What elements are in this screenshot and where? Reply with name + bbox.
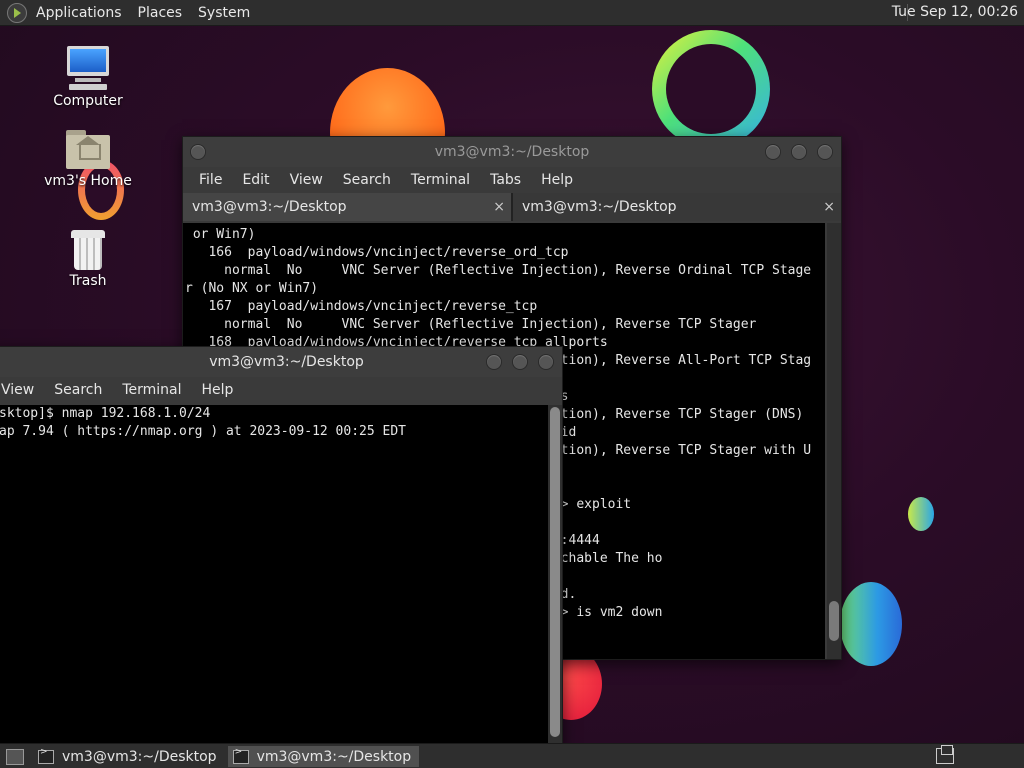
tab-label: vm3@vm3:~/Desktop bbox=[522, 199, 677, 215]
terminal-line: sktop]$ nmap 192.168.1.0/24 bbox=[0, 406, 211, 421]
workspace-switcher-icon[interactable] bbox=[936, 745, 954, 764]
wallpaper-ring bbox=[652, 30, 770, 148]
terminal-line: ap 7.94 ( https://nmap.org ) at 2023-09-… bbox=[0, 424, 406, 439]
taskbar: vm3@vm3:~/Desktop vm3@vm3:~/Desktop bbox=[0, 743, 1024, 768]
tab-2[interactable]: vm3@vm3:~/Desktop × bbox=[511, 193, 841, 221]
scrollbar-thumb[interactable] bbox=[550, 407, 560, 737]
terminal-window-front[interactable]: vm3@vm3:~/Desktop View Search Terminal H… bbox=[0, 346, 563, 748]
tab-label: vm3@vm3:~/Desktop bbox=[192, 199, 347, 215]
show-desktop-icon[interactable] bbox=[6, 748, 24, 765]
applications-logo-icon[interactable] bbox=[7, 2, 27, 23]
maximize-button[interactable] bbox=[791, 144, 807, 160]
taskbar-item-terminal-2[interactable]: vm3@vm3:~/Desktop bbox=[227, 746, 420, 767]
terminal-output[interactable]: sktop]$ nmap 192.168.1.0/24 ap 7.94 ( htt… bbox=[0, 405, 548, 747]
scrollbar[interactable] bbox=[548, 405, 562, 747]
taskbar-item-terminal-1[interactable]: vm3@vm3:~/Desktop bbox=[33, 746, 225, 767]
menu-applications[interactable]: Applications bbox=[28, 5, 130, 21]
menu-terminal[interactable]: Terminal bbox=[401, 172, 480, 188]
window-titlebar[interactable]: vm3@vm3:~/Desktop bbox=[183, 137, 841, 167]
scrollbar-thumb[interactable] bbox=[829, 601, 839, 641]
clock[interactable]: Tue Sep 12, 00:26 bbox=[892, 0, 1018, 25]
tab-close-icon[interactable]: × bbox=[493, 193, 505, 221]
minimize-button[interactable] bbox=[765, 144, 781, 160]
desktop-icon-trash[interactable]: Trash bbox=[38, 230, 138, 289]
wallpaper-small-circle bbox=[908, 497, 934, 531]
menu-search[interactable]: Search bbox=[333, 172, 401, 188]
computer-icon bbox=[65, 46, 111, 90]
menu-help[interactable]: Help bbox=[192, 382, 244, 398]
menu-terminal[interactable]: Terminal bbox=[112, 382, 191, 398]
desktop-icon-home[interactable]: vm3's Home bbox=[38, 130, 138, 189]
window-title: vm3@vm3:~/Desktop bbox=[434, 144, 590, 160]
menu-view[interactable]: View bbox=[0, 382, 44, 398]
menu-file[interactable]: File bbox=[189, 172, 232, 188]
scrollbar[interactable] bbox=[827, 223, 841, 659]
tab-close-icon[interactable]: × bbox=[823, 193, 835, 221]
taskbar-item-label: vm3@vm3:~/Desktop bbox=[62, 748, 217, 765]
terminal-line: or Win7) bbox=[185, 227, 256, 242]
desktop-icon-label: Computer bbox=[53, 93, 123, 109]
tab-bar: vm3@vm3:~/Desktop × vm3@vm3:~/Desktop × bbox=[183, 193, 841, 221]
window-title: vm3@vm3:~/Desktop bbox=[209, 354, 364, 370]
menubar: File Edit View Search Terminal Tabs Help bbox=[183, 167, 841, 193]
menu-system[interactable]: System bbox=[190, 5, 258, 21]
minimize-button[interactable] bbox=[486, 354, 502, 370]
desktop-icon-computer[interactable]: Computer bbox=[38, 46, 138, 109]
home-folder-icon bbox=[66, 130, 110, 170]
terminal-line: 166 payload/windows/vncinject/reverse_or… bbox=[185, 245, 569, 260]
close-button[interactable] bbox=[538, 354, 554, 370]
desktop-icon-label: vm3's Home bbox=[44, 173, 132, 189]
close-button[interactable] bbox=[817, 144, 833, 160]
menubar: View Search Terminal Help bbox=[0, 377, 562, 403]
terminal-icon bbox=[232, 747, 249, 764]
tab-1[interactable]: vm3@vm3:~/Desktop × bbox=[183, 193, 511, 221]
trash-icon bbox=[71, 230, 105, 270]
menu-view[interactable]: View bbox=[280, 172, 333, 188]
menu-help[interactable]: Help bbox=[531, 172, 583, 188]
terminal-line: normal No VNC Server (Reflective Injecti… bbox=[185, 263, 812, 278]
maximize-button[interactable] bbox=[512, 354, 528, 370]
menu-search[interactable]: Search bbox=[44, 382, 112, 398]
menu-places[interactable]: Places bbox=[130, 5, 191, 21]
wallpaper-gradient-circle bbox=[840, 582, 902, 666]
window-titlebar[interactable]: vm3@vm3:~/Desktop bbox=[0, 347, 562, 377]
terminal-line: r (No NX or Win7) bbox=[185, 281, 319, 296]
menu-edit[interactable]: Edit bbox=[232, 172, 279, 188]
menu-tabs[interactable]: Tabs bbox=[480, 172, 531, 188]
taskbar-item-label: vm3@vm3:~/Desktop bbox=[256, 748, 412, 765]
desktop: Computer vm3's Home Trash vm3@vm3:~/Desk… bbox=[0, 0, 1024, 768]
desktop-icon-label: Trash bbox=[69, 273, 107, 289]
terminal-line: normal No VNC Server (Reflective Injecti… bbox=[185, 317, 757, 332]
terminal-icon bbox=[38, 747, 54, 764]
top-panel: Applications Places System Tue Sep 12, 0… bbox=[0, 0, 1024, 26]
terminal-line: 167 payload/windows/vncinject/reverse_tc… bbox=[185, 299, 538, 314]
